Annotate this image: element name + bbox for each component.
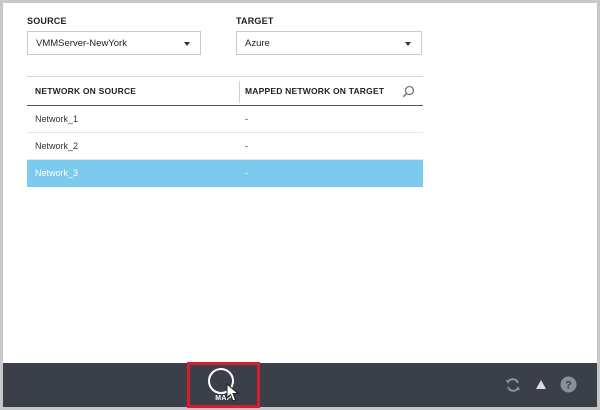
column-divider <box>239 81 240 103</box>
search-icon[interactable] <box>402 85 415 98</box>
source-dropdown-value: VMMServer-NewYork <box>36 38 127 49</box>
source-dropdown[interactable]: VMMServer-NewYork <box>27 31 201 55</box>
source-label: SOURCE <box>27 16 67 26</box>
chevron-down-icon <box>405 42 411 46</box>
cell-mapped-network: - <box>245 168 248 178</box>
page-frame: SOURCE VMMServer-NewYork TARGET Azure NE… <box>0 0 600 410</box>
target-dropdown[interactable]: Azure <box>236 31 422 55</box>
pointer-cursor-icon <box>226 383 240 402</box>
network-mapping-table: NETWORK ON SOURCE MAPPED NETWORK ON TARG… <box>27 76 423 187</box>
refresh-icon[interactable] <box>505 377 521 393</box>
target-dropdown-value: Azure <box>245 38 270 49</box>
cell-source-network: Network_3 <box>35 168 79 178</box>
column-header-source[interactable]: NETWORK ON SOURCE <box>35 77 136 106</box>
target-label: TARGET <box>236 16 274 26</box>
cell-mapped-network: - <box>245 114 248 124</box>
map-button-label: MAP <box>215 395 232 402</box>
command-bar: MAP ? <box>3 362 597 408</box>
table-header: NETWORK ON SOURCE MAPPED NETWORK ON TARG… <box>27 76 423 106</box>
table-row-selected[interactable]: Network_3 - <box>27 160 423 187</box>
help-icon[interactable]: ? <box>560 376 577 393</box>
table-row[interactable]: Network_1 - <box>27 106 423 133</box>
cell-source-network: Network_1 <box>35 114 79 124</box>
cell-mapped-network: - <box>245 141 248 151</box>
up-arrow-icon[interactable] <box>535 379 547 391</box>
svg-text:?: ? <box>565 380 572 392</box>
column-header-target[interactable]: MAPPED NETWORK ON TARGET <box>245 77 384 106</box>
cell-source-network: Network_2 <box>35 141 79 151</box>
chevron-down-icon <box>184 42 190 46</box>
map-button[interactable]: MAP <box>187 362 260 408</box>
table-row[interactable]: Network_2 - <box>27 133 423 160</box>
